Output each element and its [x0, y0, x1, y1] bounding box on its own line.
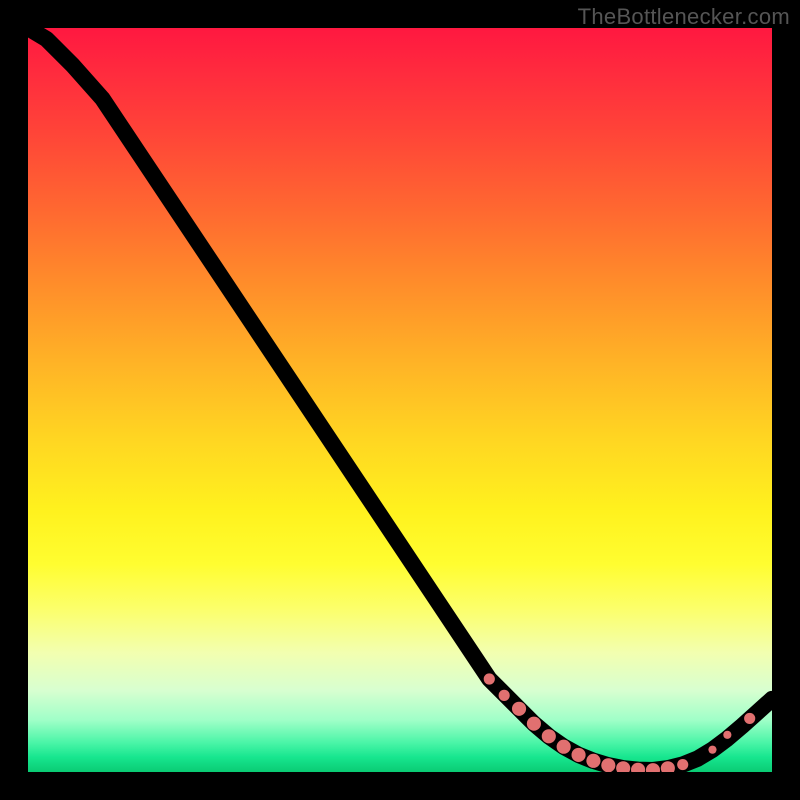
- highlight-dot: [484, 673, 495, 684]
- highlight-dot: [499, 690, 510, 701]
- highlight-dot: [744, 713, 755, 724]
- highlight-dot: [571, 748, 585, 762]
- highlight-dot: [677, 759, 688, 770]
- chart-plot-area: [28, 28, 772, 772]
- watermark-text: TheBottlenecker.com: [578, 4, 790, 30]
- highlight-dot: [708, 746, 716, 754]
- bottleneck-curve: [28, 28, 772, 770]
- chart-svg: [28, 28, 772, 772]
- highlight-dot: [723, 731, 731, 739]
- highlight-dot: [527, 717, 541, 731]
- highlight-dot: [601, 758, 615, 772]
- highlight-dot: [542, 729, 556, 743]
- highlight-dot: [586, 754, 600, 768]
- highlight-dot: [557, 740, 571, 754]
- highlight-dot: [512, 702, 526, 716]
